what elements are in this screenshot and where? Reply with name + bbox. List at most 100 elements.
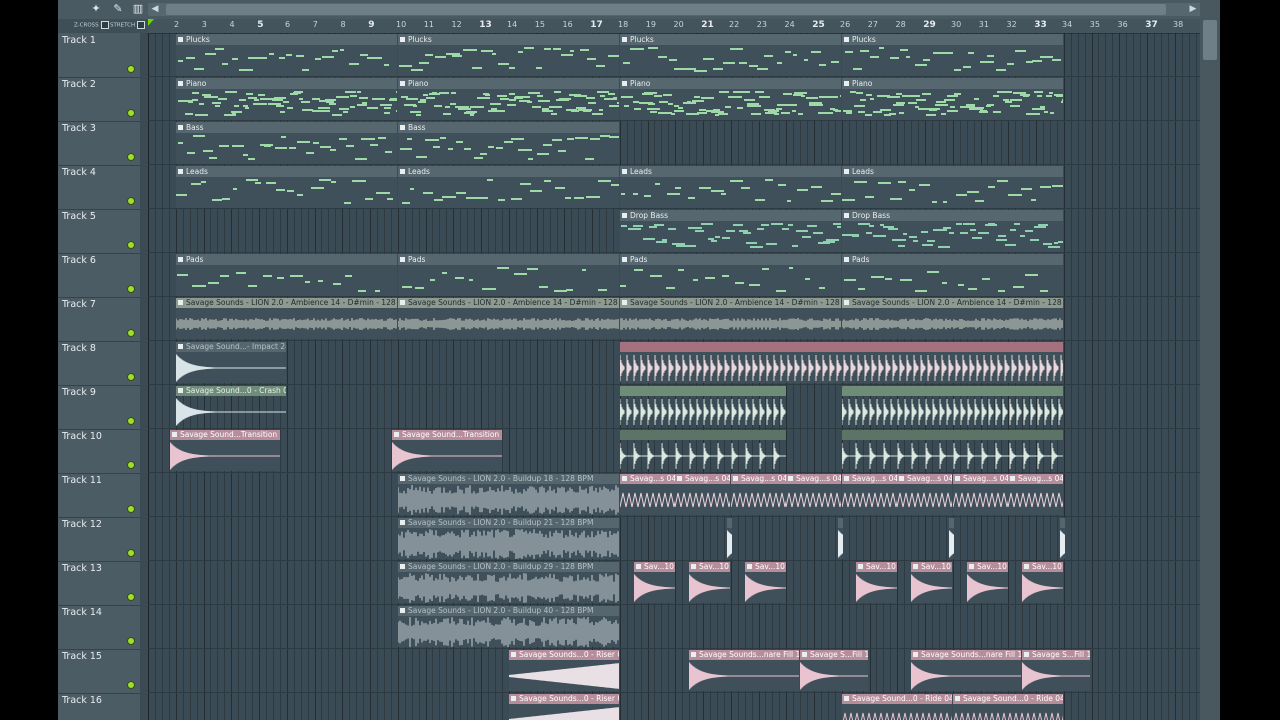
track-mute-led[interactable] [127, 285, 135, 293]
clip-menu-icon[interactable] [400, 125, 405, 130]
clip-ambience[interactable]: Savage Sounds - LION 2.0 - Ambience 14 -… [842, 298, 1063, 339]
horizontal-scrollbar[interactable]: ◀ [148, 3, 1188, 16]
track-mute-led[interactable] [127, 681, 135, 689]
clip-sav10[interactable]: Sav...10 [745, 562, 786, 603]
clip-menu-icon[interactable] [691, 652, 696, 657]
clip-impact[interactable]: Savage Sound...- Impact 24 [176, 342, 286, 383]
clip-savag04[interactable]: Savag...s 04 [897, 474, 952, 515]
track-header-3[interactable]: Track 3 [58, 121, 140, 166]
ruler-bar-22[interactable]: 22 [729, 20, 739, 29]
clip-savag04[interactable]: Savag...s 04 [842, 474, 897, 515]
ruler-bar-18[interactable]: 18 [618, 20, 628, 29]
clip-riser01[interactable]: Savage Sounds...0 - Riser 01 [509, 650, 619, 691]
clip-menu-icon[interactable] [955, 696, 960, 701]
ruler-bar-34[interactable]: 34 [1062, 20, 1072, 29]
clip-piano[interactable]: Piano [398, 78, 619, 120]
clip-menu-icon[interactable] [178, 37, 183, 42]
clip-crash[interactable] [620, 386, 786, 427]
playlist-grid[interactable]: Plucks Plucks Plucks Plucks Piano Piano Piano P… [148, 33, 1200, 720]
track-header-6[interactable]: Track 6 [58, 253, 140, 298]
track-header-11[interactable]: Track 11 [58, 473, 140, 518]
track-header-12[interactable]: Track 12 [58, 517, 140, 562]
clip-menu-icon[interactable] [400, 300, 405, 305]
ruler-bar-5[interactable]: 5 [257, 20, 263, 30]
scrollbar-thumb[interactable] [166, 4, 1166, 15]
track-mute-led[interactable] [127, 373, 135, 381]
zcross-option[interactable]: Z-CROSS [74, 21, 109, 29]
clip-piano[interactable]: Piano [842, 78, 1063, 120]
clip-savag04[interactable]: Savag...s 04 [1008, 474, 1063, 515]
track-mute-led[interactable] [127, 109, 135, 117]
track-mute-led[interactable] [127, 197, 135, 205]
clip-menu-icon[interactable] [802, 652, 807, 657]
clip-menu-icon[interactable] [677, 476, 682, 481]
track-mute-led[interactable] [127, 549, 135, 557]
ruler-bar-33[interactable]: 33 [1034, 20, 1047, 30]
ruler-bar-25[interactable]: 25 [812, 20, 825, 30]
clip-menu-icon[interactable] [691, 564, 696, 569]
scroll-right-icon[interactable]: ▶ [1186, 3, 1200, 16]
clip-bass[interactable]: Bass [176, 122, 397, 164]
track-mute-led[interactable] [127, 417, 135, 425]
clip-sav10[interactable] [838, 518, 843, 559]
clip-menu-icon[interactable] [955, 476, 960, 481]
clip-sav10[interactable]: Sav...10 [856, 562, 897, 603]
track-mute-led[interactable] [127, 153, 135, 161]
clip-menu-icon[interactable] [844, 476, 849, 481]
ruler-bar-19[interactable]: 19 [646, 20, 656, 29]
clip-fill14short[interactable]: Savage S...Fill 14 [800, 650, 868, 691]
track-header-7[interactable]: Track 7 [58, 297, 140, 342]
track-mute-led[interactable] [127, 593, 135, 601]
clip-piano[interactable]: Piano [176, 78, 397, 120]
clip-plucks[interactable]: Plucks [842, 34, 1063, 76]
clip-fill14short[interactable]: Savage S...Fill 14 [1022, 650, 1090, 691]
ruler-bar-38[interactable]: 38 [1173, 20, 1183, 29]
ruler-bar-4[interactable]: 4 [230, 20, 235, 29]
track-header-1[interactable]: Track 1 [58, 33, 140, 78]
clip-plucks[interactable]: Plucks [176, 34, 397, 76]
clip-sav10[interactable] [949, 518, 954, 559]
playhead-marker[interactable] [148, 19, 154, 26]
clip-ambience[interactable]: Savage Sounds - LION 2.0 - Ambience 14 -… [176, 298, 397, 339]
clip-menu-icon[interactable] [400, 520, 405, 525]
clip-buildup18[interactable]: Savage Sounds - LION 2.0 - Buildup 18 - … [398, 474, 619, 515]
clip-menu-icon[interactable] [858, 564, 863, 569]
clip-menu-icon[interactable] [969, 564, 974, 569]
clip-sav10[interactable]: Sav...10 [967, 562, 1008, 603]
ruler-bar-3[interactable]: 3 [202, 20, 207, 29]
ruler-bar-13[interactable]: 13 [479, 20, 492, 30]
clip-menu-icon[interactable] [844, 169, 849, 174]
ruler-bar-26[interactable]: 26 [840, 20, 850, 29]
track-header-15[interactable]: Track 15 [58, 649, 140, 694]
ruler-bar-20[interactable]: 20 [674, 20, 684, 29]
track-mute-led[interactable] [127, 505, 135, 513]
clip-sav10[interactable] [1060, 518, 1065, 559]
clip-pads[interactable]: Pads [398, 254, 619, 296]
clip-menu-icon[interactable] [636, 564, 641, 569]
vertical-scrollbar[interactable] [1200, 0, 1220, 720]
clip-transition[interactable]: Savage Sound...Transition 02 [392, 430, 502, 471]
ruler-bar-15[interactable]: 15 [535, 20, 545, 29]
ruler-bar-35[interactable]: 35 [1090, 20, 1100, 29]
clip-menu-icon[interactable] [400, 564, 405, 569]
clip-savag04[interactable]: Savag...s 04 [731, 474, 786, 515]
clip-menu-icon[interactable] [844, 213, 849, 218]
clip-menu-icon[interactable] [178, 81, 183, 86]
ruler-bar-36[interactable]: 36 [1118, 20, 1128, 29]
clip-menu-icon[interactable] [400, 257, 405, 262]
clip-ambience[interactable]: Savage Sounds - LION 2.0 - Ambience 14 -… [398, 298, 619, 339]
clip-menu-icon[interactable] [622, 169, 627, 174]
clip-sav10[interactable]: Sav...10 [911, 562, 952, 603]
track-header-14[interactable]: Track 14 [58, 605, 140, 650]
clip-menu-icon[interactable] [747, 564, 752, 569]
ruler-bar-8[interactable]: 8 [341, 20, 346, 29]
clip-menu-icon[interactable] [844, 696, 849, 701]
clip-menu-icon[interactable] [622, 476, 627, 481]
clip-sav10[interactable]: Sav...10 [1022, 562, 1063, 603]
clip-snarefill[interactable]: Savage Sounds...nare Fill 14 [911, 650, 1021, 691]
clip-buildup40[interactable]: Savage Sounds - LION 2.0 - Buildup 40 - … [398, 606, 619, 647]
clip-menu-icon[interactable] [400, 81, 405, 86]
ruler-bar-37[interactable]: 37 [1145, 20, 1158, 30]
clip-menu-icon[interactable] [394, 432, 399, 437]
piano-roll-icon[interactable]: ▥ [128, 2, 148, 16]
